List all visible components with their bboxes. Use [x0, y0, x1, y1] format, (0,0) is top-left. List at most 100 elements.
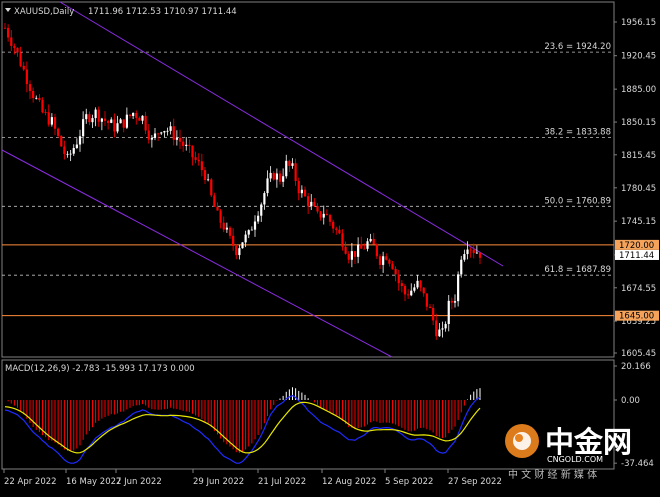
candle-body	[113, 119, 116, 132]
candle-body	[191, 145, 194, 158]
candle-body	[188, 144, 191, 146]
candle-body	[94, 109, 97, 119]
candle-body	[238, 248, 241, 256]
candle-body	[303, 189, 307, 197]
candle-body	[175, 137, 178, 140]
candle-body	[157, 133, 160, 135]
macd-label: MACD(12,26,9) -2.783 -15.993 17.173 0.00…	[5, 364, 195, 374]
candle-body	[160, 132, 163, 134]
candle-body	[369, 238, 372, 242]
date-tick-label: 27 Sep 2022	[448, 477, 502, 487]
channel-lower-line	[1, 149, 393, 358]
price-tick-label: 1956.15	[621, 18, 656, 28]
candle-body	[391, 263, 394, 269]
macd-tick-label: -37.464	[621, 459, 654, 469]
dropdown-triangle-icon[interactable]	[5, 8, 11, 12]
candle-body	[403, 286, 407, 295]
ohlc-values: 1711.96 1712.53 1710.97 1711.44	[88, 7, 237, 17]
candle-body	[300, 189, 303, 194]
candle-body	[135, 112, 138, 118]
logo-title: 中金网	[545, 425, 632, 459]
candle-body	[78, 136, 82, 145]
price-tick-label: 1674.55	[621, 284, 656, 294]
candle-body	[197, 159, 200, 162]
price-tick-label: 1850.15	[621, 118, 656, 128]
date-tick-label: 21 Jul 2022	[258, 477, 306, 487]
candle-body	[341, 233, 344, 247]
candle-body	[310, 201, 313, 207]
candle-body	[410, 290, 413, 296]
candle-body	[47, 112, 50, 125]
chart-window[interactable]: 23.6 = 1924.20 38.2 = 1833.88 50.0 = 1760.…	[0, 0, 660, 493]
candle-body	[128, 114, 132, 116]
candle-body	[347, 253, 350, 260]
candle-body	[100, 118, 103, 122]
candle-body	[69, 153, 72, 155]
candle-body	[169, 126, 172, 131]
main-chart-border	[1, 1, 615, 358]
date-tick-label: 7 Jun 2022	[116, 477, 162, 487]
candle-body	[122, 119, 125, 128]
candle-body	[441, 328, 444, 330]
price-chart[interactable]: 23.6 = 1924.20 38.2 = 1833.88 50.0 = 1760.…	[0, 0, 660, 493]
candle-body	[444, 323, 447, 329]
macd-tick-label: 20.166	[621, 362, 651, 372]
candle-body	[10, 37, 13, 46]
candle-body	[119, 119, 122, 124]
candle-body	[422, 287, 425, 294]
candle-body	[103, 118, 107, 121]
candle-body	[110, 119, 113, 123]
candle-body	[372, 238, 375, 245]
channel-upper-line	[59, 1, 504, 267]
candle-body	[28, 84, 32, 92]
candle-body	[247, 230, 250, 235]
candle-body	[225, 227, 228, 230]
candle-body	[172, 126, 175, 140]
candle-body	[335, 228, 338, 230]
candle-body	[13, 45, 16, 48]
candle-body	[435, 320, 438, 337]
candle-body	[44, 112, 47, 113]
candle-body	[332, 221, 335, 229]
candle-body	[438, 329, 441, 337]
fib-level-label: 61.8 = 1687.89	[544, 265, 611, 275]
candle-body	[282, 176, 285, 182]
candle-body	[50, 117, 53, 125]
candle-body	[38, 97, 41, 101]
candle-body	[400, 283, 403, 287]
candle-body	[413, 287, 416, 291]
candle-body	[210, 179, 213, 196]
candle-body	[275, 173, 278, 180]
candle-body	[150, 137, 153, 140]
candle-body	[428, 306, 432, 308]
candle-body	[138, 117, 141, 121]
candle-body	[82, 119, 85, 137]
candle-body	[75, 144, 78, 149]
candle-body	[53, 117, 57, 129]
candle-body	[375, 244, 378, 257]
candle-body	[91, 118, 94, 123]
candle-body	[216, 206, 219, 211]
candle-body	[313, 201, 316, 207]
candle-body	[72, 148, 75, 154]
candle-body	[469, 249, 472, 251]
candle-body	[360, 244, 363, 249]
price-tick-label: 1920.45	[621, 52, 656, 62]
candle-body	[253, 221, 257, 230]
fib-level-label: 38.2 = 1833.88	[544, 127, 611, 137]
candle-body	[25, 69, 28, 85]
candle-body	[185, 144, 188, 146]
candle-body	[466, 249, 469, 255]
candle-body	[382, 256, 385, 265]
candle-body	[66, 153, 69, 155]
candle-body	[278, 173, 282, 182]
candle-body	[97, 109, 100, 122]
candle-body	[447, 300, 450, 324]
candle-body	[232, 235, 235, 246]
candle-body	[228, 227, 232, 236]
candle-body	[478, 252, 482, 258]
candle-body	[432, 307, 435, 321]
candle-body	[338, 229, 341, 234]
candle-body	[250, 229, 253, 231]
candle-body	[144, 115, 147, 131]
